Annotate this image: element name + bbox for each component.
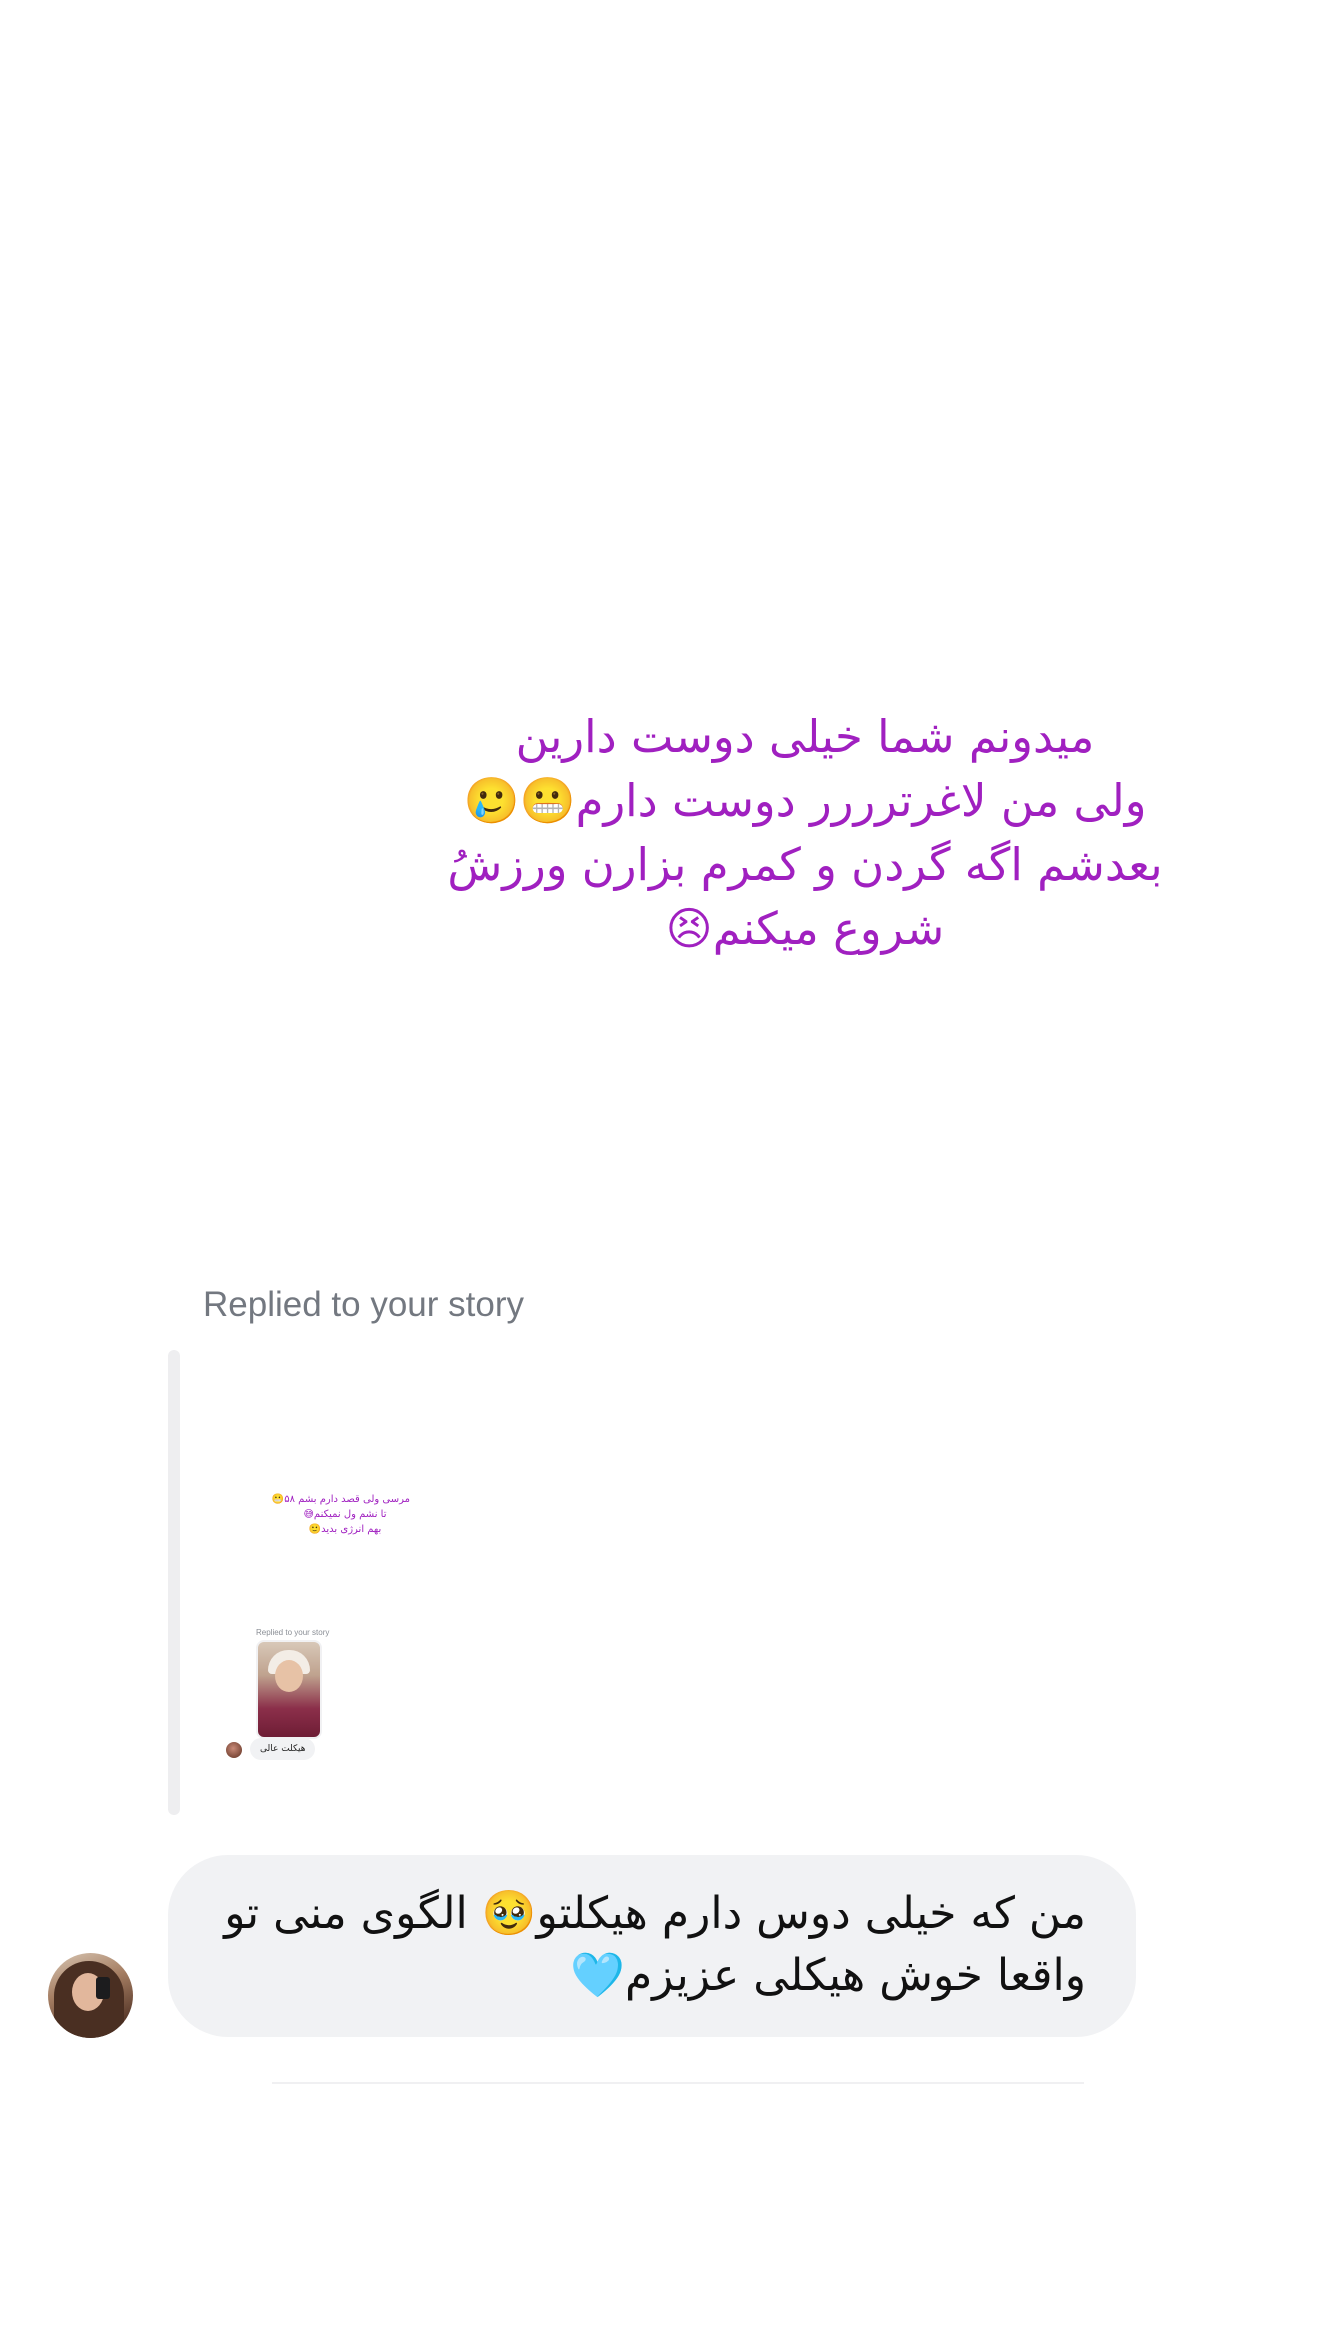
quoted-caption-line: مرسی ولی قصد دارم بشم ۵۸😬 [271,1494,410,1505]
story-caption-line: بعدشم اگه گردن و کمرم بزارن ورزشُ [447,838,1163,891]
thumbnail-face [275,1660,303,1692]
quoted-story-thumbnail[interactable] [256,1640,322,1739]
quoted-message-bubble: هیکلت عالی [250,1738,316,1760]
story-caption: میدونم شما خیلی دوست دارین ولی من لاغرتر… [420,705,1190,961]
quoted-replied-label: Replied to your story [256,1628,330,1637]
message-bubble[interactable]: من که خیلی دوس دارم هیکلتو🥹 الگوی منی تو… [168,1855,1136,2037]
message-text: من که خیلی دوس دارم هیکلتو🥹 الگوی منی تو… [204,1883,1086,2007]
divider [272,2082,1084,2084]
story-caption-line: شروع میکنم😣 [665,902,945,955]
replied-to-story-label: Replied to your story [203,1285,524,1324]
story-caption-line: ولی من لاغرترررر دوست دارم😬🥲 [463,774,1147,827]
quoted-caption-line: بهم انرژی بدید🙂 [308,1524,382,1535]
avatar-phone [96,1977,110,1999]
quoted-caption-line: تا نشم ول نمیکنم😅 [303,1509,387,1520]
quoted-story-preview[interactable]: مرسی ولی قصد دارم بشم ۵۸😬 تا نشم ول نمیک… [222,1380,522,1780]
message-line: واقعا خوش هیکلی عزیزم🩵 [570,1950,1086,2001]
quoted-story-caption: مرسی ولی قصد دارم بشم ۵۸😬 تا نشم ول نمیک… [271,1492,410,1537]
quote-bar [168,1350,180,1815]
sender-avatar[interactable] [48,1953,133,2038]
story-caption-line: میدونم شما خیلی دوست دارین [515,710,1095,763]
quoted-avatar [226,1742,242,1758]
message-line: من که خیلی دوس دارم هیکلتو🥹 الگوی منی تو [224,1888,1086,1939]
